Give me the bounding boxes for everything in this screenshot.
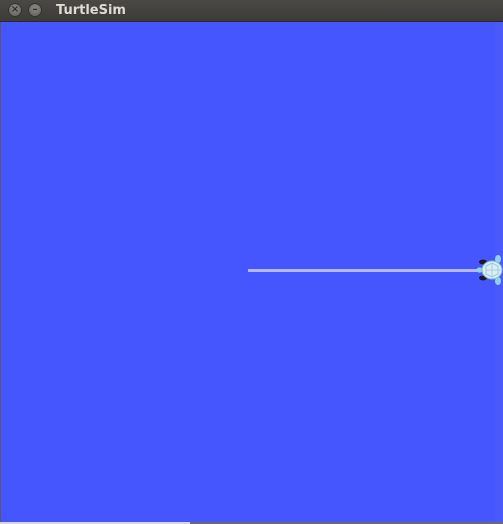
close-icon: × bbox=[10, 4, 20, 15]
minimize-button[interactable]: – bbox=[28, 3, 42, 17]
close-button[interactable]: × bbox=[8, 3, 22, 17]
turtle-canvas bbox=[1, 22, 503, 522]
turtle-icon bbox=[476, 254, 503, 286]
window-title: TurtleSim bbox=[56, 3, 126, 18]
pen-trail bbox=[248, 269, 484, 272]
title-bar[interactable]: × – TurtleSim bbox=[0, 0, 503, 22]
turtle-shape bbox=[476, 255, 503, 285]
minimize-icon: – bbox=[32, 4, 38, 15]
turtlesim-window: × – TurtleSim bbox=[0, 0, 503, 524]
